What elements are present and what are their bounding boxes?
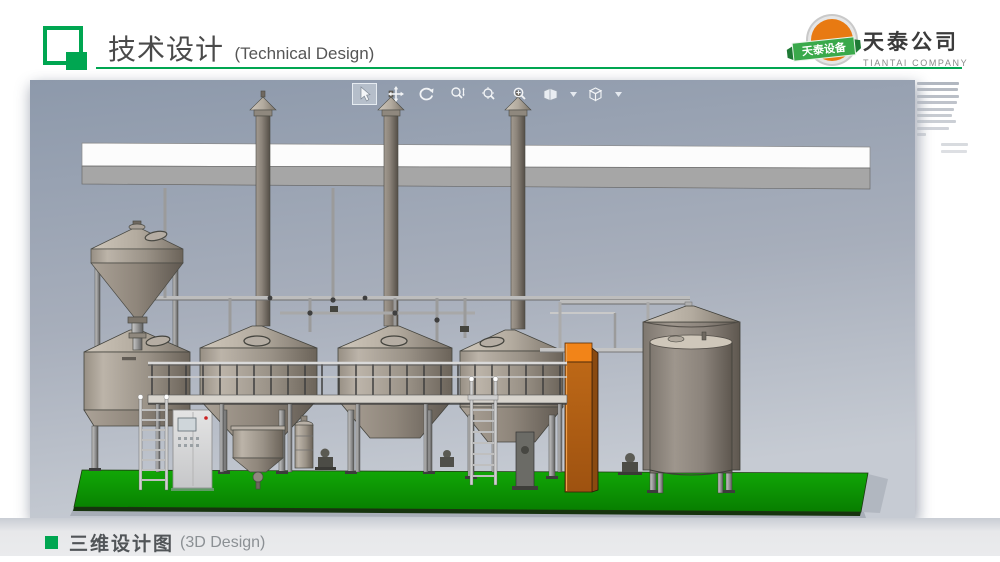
zoom-in-out-button[interactable]	[445, 83, 470, 105]
zoom-to-area-button[interactable]	[507, 83, 532, 105]
company-name-en: TIANTAI COMPANY	[863, 58, 968, 68]
zoom-to-fit-button[interactable]	[476, 83, 501, 105]
view-orientation-dropdown[interactable]	[614, 83, 622, 105]
select-tool-button[interactable]	[352, 83, 377, 105]
view-orientation-button[interactable]	[583, 83, 608, 105]
pan-tool-button[interactable]	[383, 83, 408, 105]
select-cursor-icon	[357, 86, 373, 102]
display-style-icon	[542, 86, 559, 102]
control-cabinet	[171, 410, 214, 491]
page-title-en: (Technical Design)	[234, 44, 374, 63]
orange-column	[565, 343, 598, 492]
storage-tank-front	[650, 332, 732, 493]
cabinet-led	[204, 416, 208, 420]
slide: 技术设计 (Technical Design) 天泰设备 天泰公司 TIANTA…	[0, 0, 1000, 562]
view-cube-icon	[587, 86, 604, 103]
page-title: 技术设计 (Technical Design)	[108, 28, 374, 68]
chevron-down-icon	[570, 92, 577, 97]
exhaust-duct	[82, 143, 870, 189]
display-style-button[interactable]	[538, 83, 563, 105]
chevron-down-icon	[615, 92, 622, 97]
caption-text-zh: 三维设计图	[69, 529, 174, 556]
cad-viewport	[30, 80, 915, 518]
display-style-dropdown[interactable]	[569, 83, 577, 105]
rotate-icon	[418, 86, 435, 102]
logo-badge: 天泰设备	[785, 12, 863, 66]
blurred-text-block	[917, 82, 987, 156]
pan-icon	[388, 86, 404, 102]
company-name-zh: 天泰公司	[863, 26, 968, 56]
zoom-to-area-icon	[512, 86, 528, 102]
pump-stand	[512, 432, 538, 490]
filter-cylinder	[295, 416, 313, 468]
cabinet-screen	[178, 418, 196, 431]
cad-toolbar	[352, 82, 622, 106]
caption-bullet-icon	[45, 536, 58, 549]
caption-text-en: (3D Design)	[180, 534, 265, 552]
header-rule	[96, 67, 962, 69]
cad-scene	[30, 80, 915, 518]
figure-caption: 三维设计图 (3D Design)	[45, 529, 265, 556]
zoom-to-fit-icon	[481, 86, 497, 102]
title-square-icon	[43, 26, 83, 65]
rotate-tool-button[interactable]	[414, 83, 439, 105]
page-title-zh: 技术设计	[108, 34, 224, 65]
company-logo: 天泰设备 天泰公司 TIANTAI COMPANY	[785, 12, 985, 66]
zoom-in-out-icon	[450, 86, 466, 102]
